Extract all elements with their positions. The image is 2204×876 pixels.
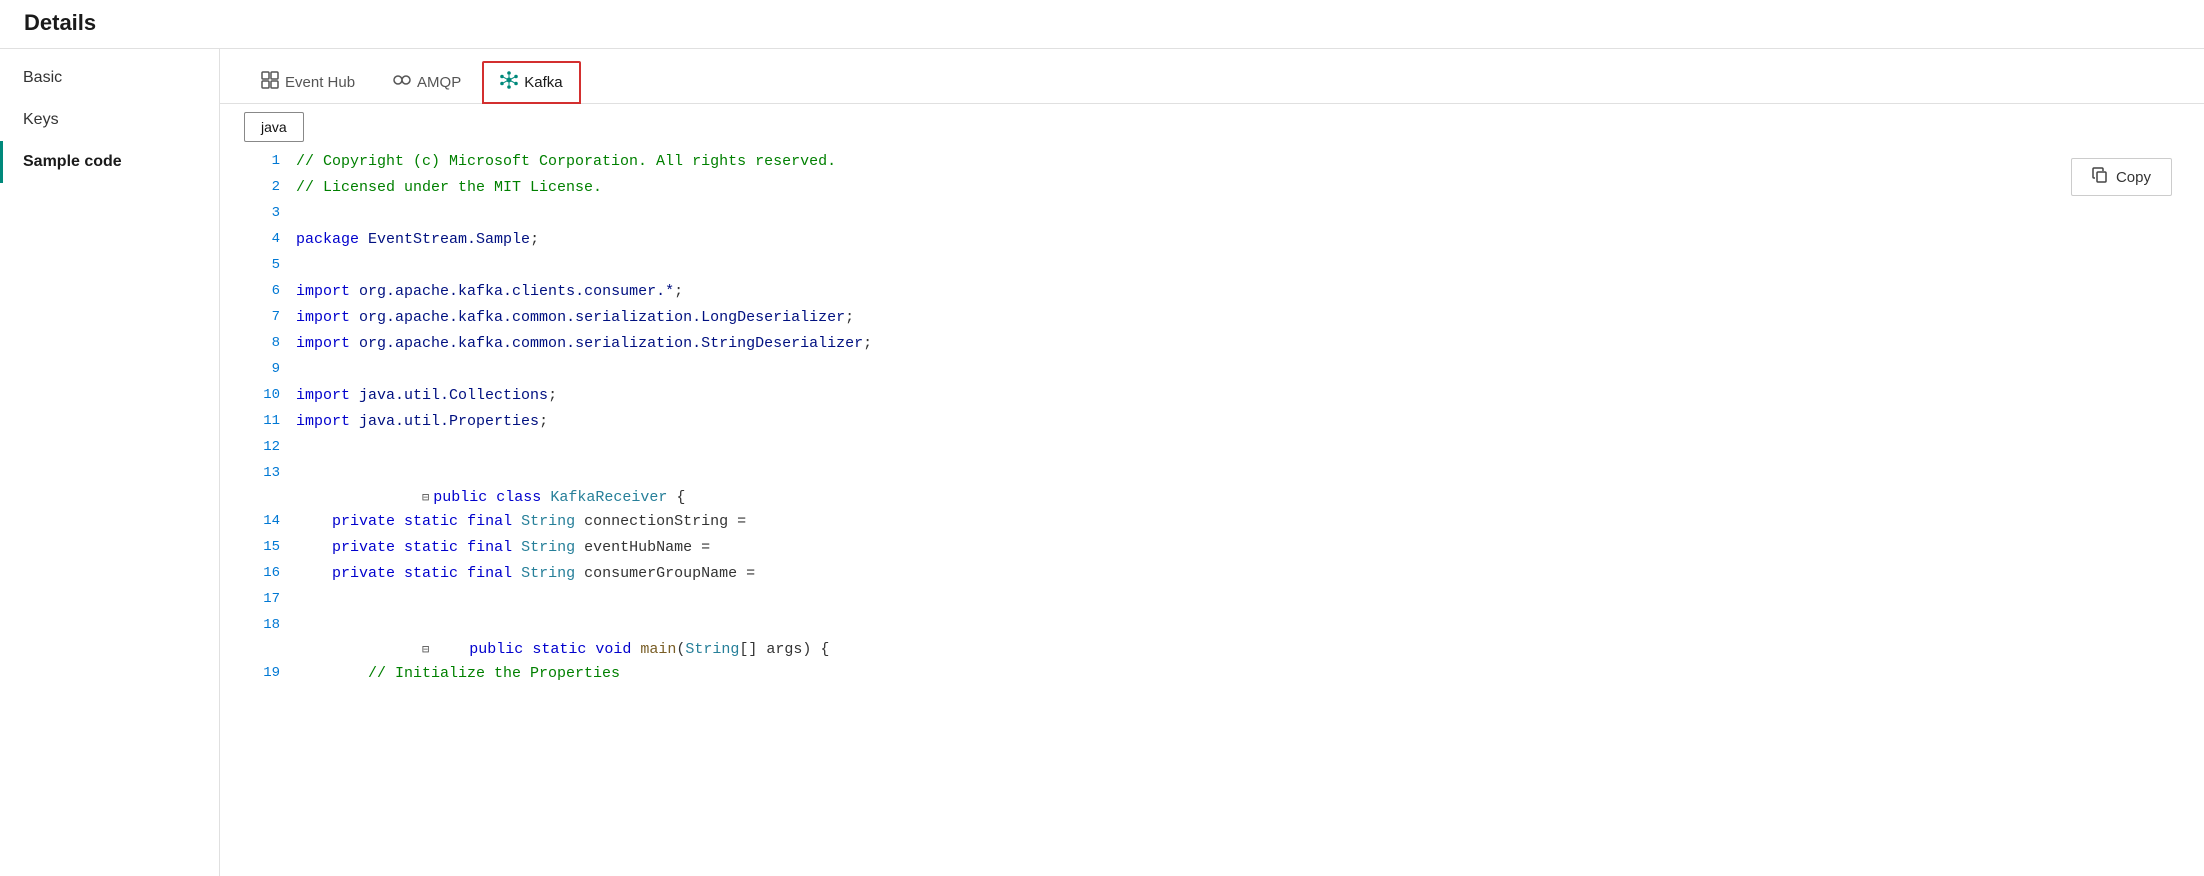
line-content-14: private static final String connectionSt… <box>296 510 2180 534</box>
page-title: Details <box>24 10 96 48</box>
protocol-tabs: Event Hub AMQP <box>220 49 2204 104</box>
code-line-17: 17 <box>244 588 2180 614</box>
copy-icon <box>2092 167 2108 187</box>
line-num-9: 9 <box>244 358 280 380</box>
line-num-19: 19 <box>244 662 280 684</box>
line-content-4: package EventStream.Sample; <box>296 228 2180 252</box>
line-content-1: // Copyright (c) Microsoft Corporation. … <box>296 150 2180 174</box>
lang-tab-java[interactable]: java <box>244 112 304 142</box>
fold-btn-18[interactable]: ⊟ <box>422 643 429 657</box>
tab-kafka[interactable]: Kafka <box>482 61 580 104</box>
amqp-icon <box>393 71 411 94</box>
tab-event-hub-label: Event Hub <box>285 74 355 91</box>
line-num-1: 1 <box>244 150 280 172</box>
code-line-18: 18 ⊟ public static void main(String[] ar… <box>244 614 2180 662</box>
language-tabs: java <box>220 104 2204 142</box>
code-line-8: 8 import org.apache.kafka.common.seriali… <box>244 332 2180 358</box>
code-line-19: 19 // Initialize the Properties <box>244 662 2180 688</box>
line-content-18: ⊟ public static void main(String[] args)… <box>296 614 2180 662</box>
copy-button-label: Copy <box>2116 169 2151 186</box>
tab-amqp[interactable]: AMQP <box>376 62 478 103</box>
line-num-10: 10 <box>244 384 280 406</box>
line-num-16: 16 <box>244 562 280 584</box>
code-line-4: 4 package EventStream.Sample; <box>244 228 2180 254</box>
line-num-7: 7 <box>244 306 280 328</box>
tab-kafka-label: Kafka <box>524 74 562 91</box>
code-line-9: 9 <box>244 358 2180 384</box>
line-content-11: import java.util.Properties; <box>296 410 2180 434</box>
app-container: Details Basic Keys Sample code <box>0 0 2204 876</box>
line-content-7: import org.apache.kafka.common.serializa… <box>296 306 2180 330</box>
line-content-12 <box>296 436 2180 460</box>
line-content-6: import org.apache.kafka.clients.consumer… <box>296 280 2180 304</box>
line-num-5: 5 <box>244 254 280 276</box>
line-num-4: 4 <box>244 228 280 250</box>
line-content-9 <box>296 358 2180 382</box>
line-content-3 <box>296 202 2180 226</box>
fold-btn-13[interactable]: ⊟ <box>422 491 429 505</box>
tab-amqp-label: AMQP <box>417 74 461 91</box>
sidebar-item-keys[interactable]: Keys <box>0 99 219 141</box>
top-bar: Details <box>0 0 2204 49</box>
sidebar: Basic Keys Sample code <box>0 49 220 876</box>
code-line-1: 1 // Copyright (c) Microsoft Corporation… <box>244 150 2180 176</box>
line-num-17: 17 <box>244 588 280 610</box>
line-num-8: 8 <box>244 332 280 354</box>
line-num-3: 3 <box>244 202 280 224</box>
line-content-17 <box>296 588 2180 612</box>
line-content-16: private static final String consumerGrou… <box>296 562 2180 586</box>
line-num-15: 15 <box>244 536 280 558</box>
line-content-5 <box>296 254 2180 278</box>
line-num-12: 12 <box>244 436 280 458</box>
line-num-18: 18 <box>244 614 280 636</box>
code-line-10: 10 import java.util.Collections; <box>244 384 2180 410</box>
line-content-13: ⊟public class KafkaReceiver { <box>296 462 2180 510</box>
kafka-icon <box>500 71 518 94</box>
code-wrapper: Copy 1 // Copyright (c) Microsoft Corpor… <box>220 142 2204 876</box>
line-content-8: import org.apache.kafka.common.serializa… <box>296 332 2180 356</box>
tab-event-hub[interactable]: Event Hub <box>244 62 372 103</box>
line-num-2: 2 <box>244 176 280 198</box>
line-num-13: 13 <box>244 462 280 484</box>
content-area: Event Hub AMQP <box>220 49 2204 876</box>
main-layout: Basic Keys Sample code Event H <box>0 49 2204 876</box>
line-num-6: 6 <box>244 280 280 302</box>
code-line-14: 14 private static final String connectio… <box>244 510 2180 536</box>
line-num-14: 14 <box>244 510 280 532</box>
code-line-13: 13 ⊟public class KafkaReceiver { <box>244 462 2180 510</box>
code-line-2: 2 // Licensed under the MIT License. <box>244 176 2180 202</box>
code-line-15: 15 private static final String eventHubN… <box>244 536 2180 562</box>
code-line-11: 11 import java.util.Properties; <box>244 410 2180 436</box>
event-hub-icon <box>261 71 279 94</box>
line-content-2: // Licensed under the MIT License. <box>296 176 2180 200</box>
copy-button[interactable]: Copy <box>2071 158 2172 196</box>
line-content-10: import java.util.Collections; <box>296 384 2180 408</box>
code-block: 1 // Copyright (c) Microsoft Corporation… <box>220 150 2204 868</box>
code-line-6: 6 import org.apache.kafka.clients.consum… <box>244 280 2180 306</box>
code-line-16: 16 private static final String consumerG… <box>244 562 2180 588</box>
sidebar-item-basic[interactable]: Basic <box>0 57 219 99</box>
code-line-12: 12 <box>244 436 2180 462</box>
code-line-7: 7 import org.apache.kafka.common.seriali… <box>244 306 2180 332</box>
line-num-11: 11 <box>244 410 280 432</box>
code-line-5: 5 <box>244 254 2180 280</box>
sidebar-item-sample-code[interactable]: Sample code <box>0 141 219 183</box>
code-line-3: 3 <box>244 202 2180 228</box>
line-content-15: private static final String eventHubName… <box>296 536 2180 560</box>
line-content-19: // Initialize the Properties <box>296 662 2180 686</box>
